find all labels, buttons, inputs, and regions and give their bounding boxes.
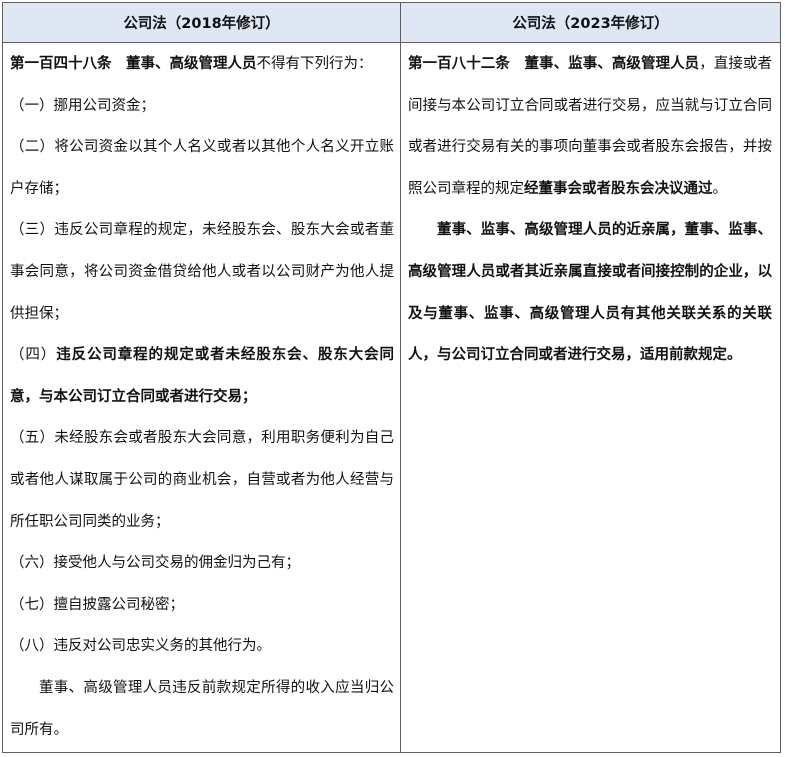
cell-2023: 第一百八十二条 董事、监事、高级管理人员，直接或者间接与本公司订立合同或者进行交… (401, 43, 780, 752)
header-2018-label: 公司法（2018年修订） (123, 16, 280, 32)
item-7: （七）擅自披露公司秘密； (10, 596, 184, 613)
item-5: （五）未经股东会或者股东大会同意，利用职务便利为自己或者他人谋取属于公司的商业机… (10, 430, 394, 530)
header-2023-label: 公司法（2023年修订） (512, 16, 669, 32)
article-182-paragraph-1: 第一百八十二条 董事、监事、高级管理人员，直接或者间接与本公司订立合同或者进行交… (408, 44, 772, 210)
item-8: （八）违反对公司忠实义务的其他行为。 (10, 638, 271, 655)
item-3: （三）违反公司章程的规定，未经股东会、股东大会或者董事会同意，将公司资金借贷给他… (10, 222, 394, 322)
article-148-heading: 第一百四十八条 董事、高级管理人员不得有下列行为： (10, 44, 394, 86)
article-148-title: 第一百四十八条 董事、高级管理人员 (10, 56, 257, 72)
cell-2018: 第一百四十八条 董事、高级管理人员不得有下列行为： （一）挪用公司资金； （二）… (3, 43, 401, 752)
article-148-lead: 不得有下列行为： (256, 56, 373, 72)
closing-paragraph: 董事、高级管理人员违反前款规定所得的收入应当归公司所有。 (10, 679, 394, 738)
comparison-table: 公司法（2018年修订） 公司法（2023年修订） 第一百四十八条 董事、高级管… (2, 2, 781, 753)
item-4-prefix: （四） (10, 347, 57, 364)
article-182-approval: 经董事会或者股东会决议通过 (524, 180, 713, 197)
header-2023: 公司法（2023年修订） (401, 3, 780, 43)
header-2018: 公司法（2018年修订） (3, 3, 401, 43)
item-4-text: 违反公司章程的规定或者未经股东会、股东大会同意，与本公司订立合同或者进行交易； (10, 347, 394, 405)
item-4: （四）违反公司章程的规定或者未经股东会、股东大会同意，与本公司订立合同或者进行交… (10, 335, 394, 418)
item-2: （二）将公司资金以其个人名义或者以其他个人名义开立账户存储； (10, 139, 394, 197)
article-182-paragraph-2: 董事、监事、高级管理人员的近亲属，董事、监事、高级管理人员或者其近亲属直接或者间… (408, 222, 772, 364)
item-6: （六）接受他人与公司交易的佣金归为己有； (10, 555, 300, 572)
item-1: （一）挪用公司资金； (10, 97, 155, 114)
article-182-end: 。 (712, 180, 728, 197)
article-182-title: 第一百八十二条 董事、监事、高级管理人员 (408, 56, 700, 72)
article-182-body: ，直接或者间接与本公司订立合同或者进行交易，应当就与订立合同或者进行交易有关的事… (408, 56, 772, 197)
